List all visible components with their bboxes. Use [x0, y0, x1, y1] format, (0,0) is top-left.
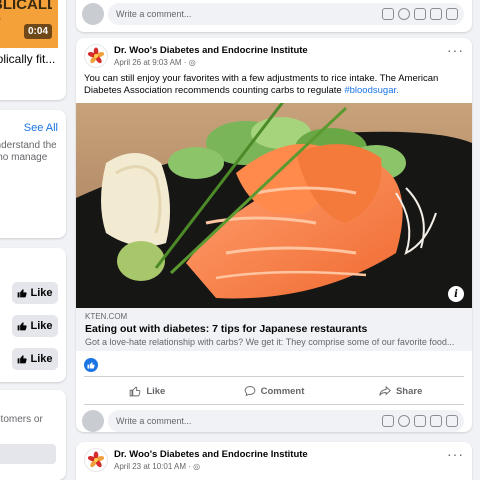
gif-icon[interactable]	[430, 415, 442, 427]
video-duration: 0:04	[23, 24, 52, 39]
flower-logo-icon	[87, 47, 105, 64]
like-label: Like	[30, 353, 53, 365]
avatar	[82, 410, 104, 432]
like-label: Like	[30, 320, 53, 332]
link-domain: KTEN.COM	[85, 312, 128, 321]
feed-post: Dr. Woo's Diabetes and Endocrine Institu…	[76, 38, 472, 432]
avatar-sticker-icon[interactable]	[382, 415, 394, 427]
comment-composer: Write a comment...	[82, 0, 464, 28]
post-timestamp[interactable]: April 23 at 10:01 AM · ◎	[114, 462, 200, 471]
emoji-icon[interactable]	[398, 8, 410, 20]
post-actions: Like Comment Share	[84, 380, 464, 402]
camera-icon[interactable]	[414, 415, 426, 427]
sticker-icon[interactable]	[446, 415, 458, 427]
thumbs-up-icon	[18, 322, 28, 331]
left-bottom-card: ustomers or	[0, 390, 66, 480]
share-label: Share	[395, 385, 423, 397]
divider	[84, 376, 464, 377]
comment-placeholder: Write a comment...	[116, 416, 192, 426]
post-date: April 23 at 10:01 AM ·	[114, 462, 194, 471]
like-label: Like	[30, 287, 53, 299]
post-text: You can still enjoy your favorites with …	[84, 73, 459, 97]
globe-icon: ◎	[193, 462, 201, 471]
feed-post: Dr. Woo's Diabetes and Endocrine Institu…	[76, 442, 472, 480]
post-header: Dr. Woo's Diabetes and Endocrine Institu…	[84, 43, 464, 70]
link-title[interactable]: Eating out with diabetes: 7 tips for Jap…	[85, 323, 463, 335]
more-options-button[interactable]: ···	[447, 43, 464, 57]
comment-tools	[382, 8, 458, 20]
info-icon[interactable]: i	[448, 286, 464, 302]
salmon-sashimi-image	[76, 103, 472, 308]
thumbs-up-icon	[18, 355, 28, 364]
link-preview[interactable]: KTEN.COM Eating out with diabetes: 7 tip…	[76, 308, 472, 351]
avatar	[82, 3, 104, 25]
comment-input[interactable]: Write a comment...	[108, 3, 464, 25]
globe-icon: ◎	[188, 58, 196, 67]
comment-placeholder: Write a comment...	[116, 9, 192, 19]
page-logo[interactable]	[84, 448, 108, 472]
previous-post-card: Write a comment...	[76, 0, 472, 32]
avatar-sticker-icon[interactable]	[382, 8, 394, 20]
share-button[interactable]: Share	[337, 380, 464, 402]
post-author[interactable]: Dr. Woo's Diabetes and Endocrine Institu…	[114, 449, 308, 460]
like-page-button[interactable]: Like	[12, 315, 58, 337]
thumbs-up-icon	[18, 289, 28, 298]
more-options-button[interactable]: ···	[447, 447, 464, 461]
post-header: Dr. Woo's Diabetes and Endocrine Institu…	[84, 447, 464, 474]
thumbs-up-icon	[130, 386, 141, 397]
hashtag-link[interactable]: #bloodsugar.	[344, 85, 398, 96]
link-description: Got a love-hate relationship with carbs?…	[85, 337, 455, 347]
left-video-card[interactable]: BLICALLY ? 0:04 bolically fit...	[0, 0, 66, 100]
video-thumbnail[interactable]: BLICALLY ? 0:04	[0, 0, 58, 48]
like-page-button[interactable]: Like	[12, 348, 58, 370]
comment-label: Comment	[260, 385, 305, 397]
like-button[interactable]: Like	[84, 380, 211, 402]
comment-button[interactable]: Comment	[211, 380, 338, 402]
left-bottom-text: ustomers or	[0, 414, 43, 425]
gif-icon[interactable]	[430, 8, 442, 20]
post-author[interactable]: Dr. Woo's Diabetes and Endocrine Institu…	[114, 45, 308, 56]
video-title[interactable]: bolically fit...	[0, 52, 56, 66]
left-info-card: See All understand the who manage	[0, 110, 66, 238]
left-description: understand the who manage	[0, 140, 56, 163]
comment-composer: Write a comment...	[82, 407, 464, 432]
comment-input[interactable]: Write a comment...	[108, 410, 464, 432]
comment-tools	[382, 415, 458, 427]
post-image[interactable]: i	[76, 103, 472, 308]
flower-logo-icon	[87, 451, 105, 468]
sticker-icon[interactable]	[446, 8, 458, 20]
post-date: April 26 at 9:03 AM ·	[114, 58, 189, 67]
post-timestamp[interactable]: April 26 at 9:03 AM · ◎	[114, 58, 196, 67]
share-icon	[379, 385, 391, 396]
reaction-summary[interactable]	[84, 358, 98, 372]
see-all-link[interactable]: See All	[24, 122, 58, 134]
like-label: Like	[146, 385, 166, 397]
left-bottom-button[interactable]	[0, 444, 56, 464]
comment-icon	[244, 386, 255, 397]
like-reaction-icon	[84, 358, 98, 372]
like-page-button[interactable]: Like	[12, 282, 58, 304]
camera-icon[interactable]	[414, 8, 426, 20]
emoji-icon[interactable]	[398, 415, 410, 427]
page-logo[interactable]	[84, 44, 108, 68]
left-pages-card: Like Like Like	[0, 248, 66, 382]
divider	[84, 404, 464, 405]
